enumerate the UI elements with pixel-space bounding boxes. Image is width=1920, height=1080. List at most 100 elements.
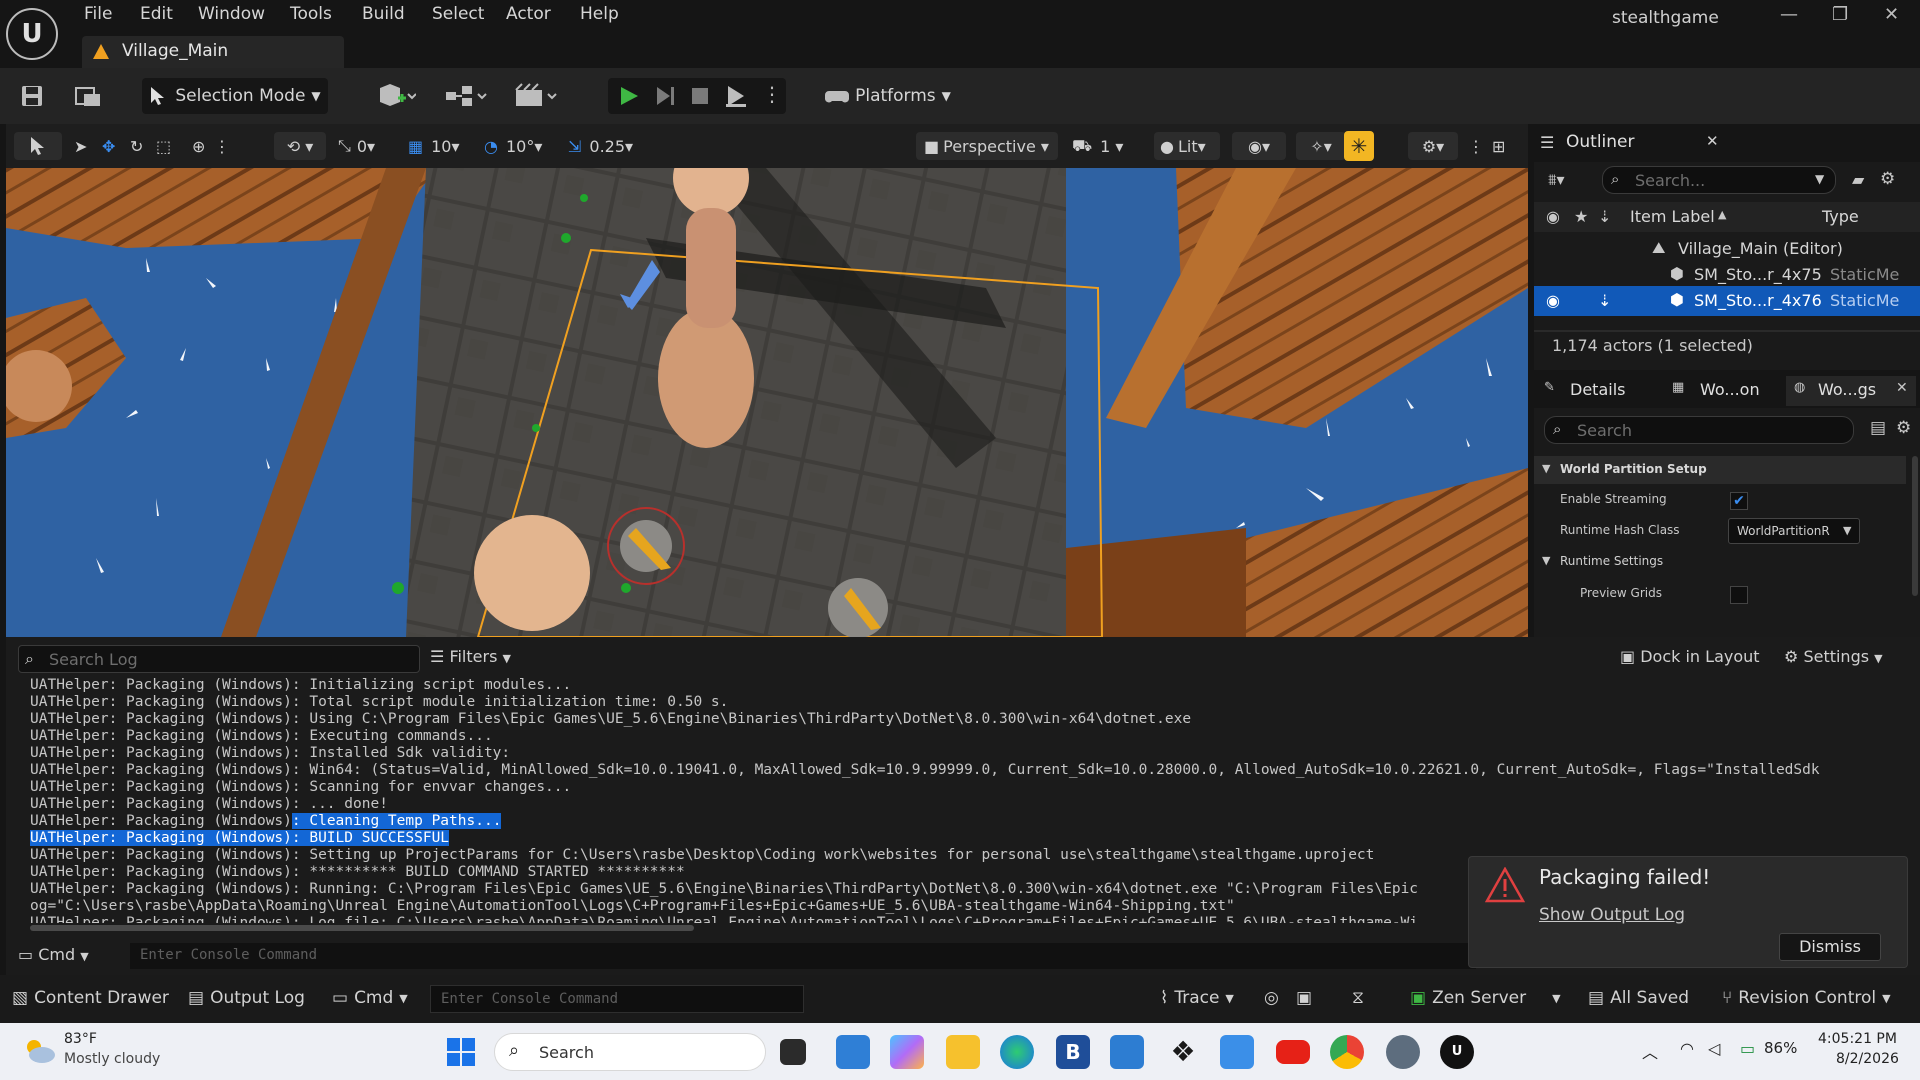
play-icon[interactable] (618, 85, 640, 107)
log-cmd-dropdown[interactable]: ▭ Cmd ▼ (18, 945, 128, 971)
world-space-icon[interactable]: ⊕ (192, 132, 205, 160)
blueprint-icon[interactable] (444, 82, 490, 110)
details-settings-icon[interactable]: ⚙ (1896, 418, 1911, 438)
dock-in-layout-button[interactable]: ▣ Dock in Layout (1620, 647, 1760, 666)
edge-browser-icon[interactable] (1000, 1035, 1034, 1069)
star-column-icon[interactable]: ★ (1574, 207, 1588, 226)
show-output-log-link[interactable]: Show Output Log (1539, 905, 1685, 925)
visibility-eye-icon[interactable]: ◉ (1546, 291, 1560, 310)
console-command-input[interactable]: Enter Console Command (430, 985, 804, 1013)
filter-icon[interactable]: ⩩▾ (1548, 170, 1565, 190)
tab-world-partition[interactable]: ▦ Wo...on (1662, 376, 1782, 406)
revision-control-dropdown[interactable]: ⑂ Revision Control ▼ (1722, 988, 1891, 1008)
zen-server-dropdown[interactable]: ▣ Zen Server ▼ (1410, 988, 1561, 1008)
grid-snap-toggle[interactable]: ▦ 10 ▾ (408, 132, 460, 160)
platforms-dropdown[interactable]: Platforms ▼ (818, 78, 958, 114)
all-saved-button[interactable]: ▤ All Saved (1588, 988, 1689, 1008)
level-tab[interactable]: Village_Main (82, 36, 344, 68)
scalability-dropdown[interactable]: ✧ ▾ (1296, 132, 1346, 160)
enable-streaming-checkbox[interactable]: ✔ (1730, 492, 1748, 510)
menu-tools[interactable]: Tools (290, 4, 332, 24)
rotation-snap-toggle[interactable]: ◔ 10° ▾ (484, 132, 542, 160)
view-mode-lit-dropdown[interactable]: ● Lit ▾ (1154, 132, 1220, 160)
b-app-icon[interactable]: B (1056, 1035, 1090, 1069)
cmd-dropdown[interactable]: ▭ Cmd ▼ (332, 988, 408, 1008)
derived-data-icon[interactable]: ⧖ (1352, 988, 1364, 1008)
realtime-toggle-icon[interactable]: ✳ (1344, 131, 1374, 161)
settings-gear-icon[interactable] (1386, 1035, 1420, 1069)
menu-actor[interactable]: Actor (506, 4, 551, 24)
level-viewport[interactable] (6, 168, 1528, 637)
camera-speed-dropdown[interactable]: ⛟ 1 ▾ (1072, 132, 1123, 160)
table-view-icon[interactable]: ▤ (1870, 418, 1886, 438)
select-arrow-icon[interactable]: ➤ (74, 132, 87, 160)
menu-window[interactable]: Window (198, 4, 265, 24)
more-options-icon[interactable]: ⋮ (762, 82, 782, 106)
outliner-close-icon[interactable]: ✕ (1706, 132, 1719, 150)
trace-dropdown[interactable]: ⌇ Trace ▼ (1160, 988, 1234, 1008)
maximize-button[interactable]: ❐ (1832, 4, 1848, 25)
content-drawer-button[interactable]: ▧ Content Drawer (12, 988, 169, 1008)
dismiss-button[interactable]: Dismiss (1779, 933, 1881, 961)
selection-mode-dropdown[interactable]: Selection Mode ▼ (142, 78, 328, 114)
details-scrollbar[interactable] (1912, 456, 1918, 596)
runtime-hash-class-dropdown[interactable]: WorldPartitionR ▼ (1728, 518, 1860, 544)
record-icon[interactable]: ◎ (1264, 988, 1279, 1008)
battery-icon[interactable]: ▭ (1740, 1039, 1755, 1058)
chevron-up-icon[interactable]: ︿ (1642, 1039, 1658, 1063)
snapshot-icon[interactable]: ▣ (1296, 988, 1312, 1008)
content-browser-icon[interactable] (74, 84, 102, 108)
layout-grid-icon[interactable]: ⊞ (1492, 132, 1505, 160)
add-folder-icon[interactable]: ▰ (1852, 170, 1864, 189)
chrome-icon[interactable] (1330, 1035, 1364, 1069)
task-view-icon[interactable] (780, 1039, 806, 1065)
speaker-icon[interactable]: ◁ (1708, 1039, 1720, 1058)
perspective-dropdown[interactable]: ■ Perspective ▾ (916, 132, 1058, 160)
scale-icon[interactable]: ⬚ (156, 132, 171, 160)
microsoft-store-icon[interactable] (1110, 1035, 1144, 1069)
battery-percent[interactable]: 86% (1764, 1039, 1797, 1057)
file-explorer-icon[interactable] (946, 1035, 980, 1069)
unreal-engine-taskbar-icon[interactable]: U (1440, 1035, 1474, 1069)
select-tool-dropdown[interactable] (14, 132, 62, 160)
weather-text[interactable]: Mostly cloudy (64, 1051, 160, 1067)
log-horizontal-scrollbar[interactable] (30, 925, 694, 931)
log-settings-dropdown[interactable]: ⚙ Settings ▼ (1784, 647, 1883, 666)
windows-start-icon[interactable] (446, 1037, 476, 1067)
translate-snap-toggle[interactable]: ⤡ 0 ▾ (338, 132, 375, 160)
stop-icon[interactable] (690, 86, 710, 106)
tab-world-settings[interactable]: ◍ Wo...gs ✕ (1786, 376, 1916, 406)
menu-select[interactable]: Select (432, 4, 484, 24)
temperature[interactable]: 83°F (64, 1031, 97, 1047)
unreal-logo-icon[interactable]: U (6, 8, 58, 60)
save-icon[interactable] (20, 84, 44, 108)
type-header[interactable]: Type (1822, 207, 1859, 226)
outliner-settings-icon[interactable]: ⚙ (1880, 169, 1895, 189)
eject-icon[interactable] (724, 84, 748, 108)
taskbar-search-box[interactable]: ⌕ Search (494, 1033, 766, 1071)
cloudy-weather-icon[interactable] (22, 1037, 56, 1065)
output-log-button[interactable]: ▤ Output Log (188, 988, 305, 1008)
menu-help[interactable]: Help (580, 4, 619, 24)
minimize-button[interactable]: — (1780, 4, 1798, 25)
close-button[interactable]: ✕ (1884, 4, 1899, 25)
youtube-icon[interactable] (1276, 1040, 1310, 1064)
section-runtime-settings[interactable]: ▼ Runtime Settings (1534, 548, 1906, 576)
visibility-column-icon[interactable]: ◉ (1546, 207, 1560, 226)
filters-dropdown[interactable]: ☰ Filters ▼ (430, 647, 511, 666)
tab-details[interactable]: ✎ Details (1538, 376, 1656, 406)
outliner-row-selected[interactable]: ◉ ⇣ ⬢ SM_Sto...r_4x76 StaticMe (1534, 286, 1920, 316)
copilot-icon[interactable] (890, 1035, 924, 1069)
transform-options-icon[interactable]: ⋮ (214, 132, 230, 160)
scale-snap-toggle[interactable]: ⇲ 0.25 ▾ (568, 132, 633, 160)
dropbox-icon[interactable]: ❖ (1166, 1035, 1200, 1069)
show-flags-dropdown[interactable]: ◉ ▾ (1232, 132, 1286, 160)
viewport-more-icon[interactable]: ⋮ (1468, 132, 1484, 160)
item-label-header[interactable]: Item Label (1630, 207, 1715, 226)
details-search-input[interactable]: ⌕ Search (1544, 416, 1854, 444)
menu-edit[interactable]: Edit (140, 4, 173, 24)
preview-grids-checkbox[interactable] (1730, 586, 1748, 604)
move-icon[interactable]: ✥ (102, 132, 115, 160)
pin-icon[interactable]: ⇣ (1598, 291, 1611, 310)
advance-frame-icon[interactable] (654, 85, 676, 107)
